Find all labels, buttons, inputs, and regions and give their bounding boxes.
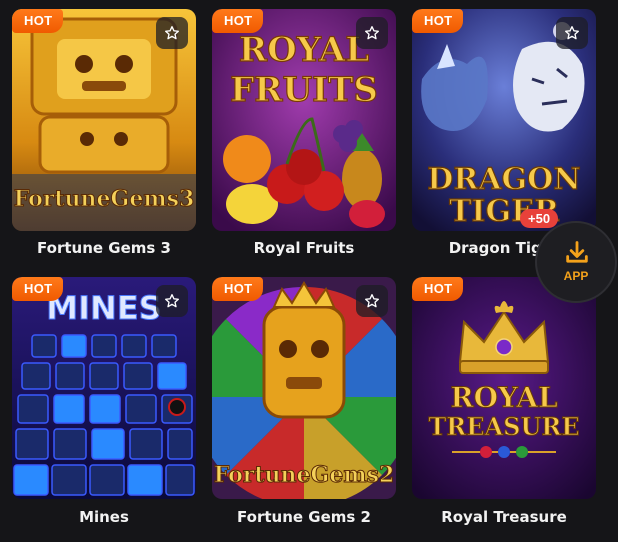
- game-card-mines[interactable]: MINES HOT: [12, 277, 196, 499]
- art-text: FortuneGems3: [14, 186, 195, 212]
- hot-badge: HOT: [412, 277, 464, 301]
- game-title[interactable]: Fortune Gems 3: [12, 239, 196, 257]
- star-icon: [165, 26, 179, 40]
- game-title[interactable]: Royal Fruits: [212, 239, 396, 257]
- star-icon: [365, 26, 379, 40]
- hot-badge: HOT: [12, 277, 64, 301]
- art-text: MINES: [46, 289, 161, 327]
- game-card-dragon-tiger[interactable]: DRAGON TIGER HOT: [412, 9, 596, 231]
- art-text-line-1: ROYAL: [450, 381, 558, 414]
- game-card-fortune-gems-3[interactable]: FortuneGems3 HOT: [12, 9, 196, 231]
- app-button-label: APP: [563, 269, 589, 283]
- download-icon: [566, 241, 588, 263]
- game-card-fortune-gems-2[interactable]: FortuneGems2 HOT: [212, 277, 396, 499]
- app-download-button[interactable]: APP: [535, 221, 617, 303]
- favorite-button[interactable]: [356, 17, 388, 49]
- favorite-button[interactable]: [156, 17, 188, 49]
- star-icon: [165, 294, 179, 308]
- favorite-button[interactable]: [156, 285, 188, 317]
- art-text-line-1: ROYAL: [239, 30, 369, 70]
- art-text: FortuneGems2: [214, 462, 395, 488]
- favorite-button[interactable]: [556, 17, 588, 49]
- bonus-badge: +50: [520, 209, 559, 228]
- favorite-button[interactable]: [356, 285, 388, 317]
- game-title[interactable]: Mines: [12, 508, 196, 526]
- art-text-line-2: TREASURE: [428, 412, 579, 441]
- game-card-royal-treasure[interactable]: ROYAL TREASURE HOT: [412, 277, 596, 499]
- art-text-line-2: FRUITS: [230, 70, 378, 110]
- hot-badge: HOT: [212, 9, 264, 33]
- hot-badge: HOT: [12, 9, 64, 33]
- art-text-line-1: DRAGON: [427, 162, 580, 197]
- game-art-royal-treasure: ROYAL TREASURE: [412, 277, 596, 499]
- hot-badge: HOT: [412, 9, 464, 33]
- star-icon: [565, 26, 579, 40]
- hot-badge: HOT: [212, 277, 264, 301]
- game-title[interactable]: Royal Treasure: [412, 508, 596, 526]
- star-icon: [365, 294, 379, 308]
- game-card-royal-fruits[interactable]: ROYAL FRUITS HOT: [212, 9, 396, 231]
- game-title[interactable]: Fortune Gems 2: [212, 508, 396, 526]
